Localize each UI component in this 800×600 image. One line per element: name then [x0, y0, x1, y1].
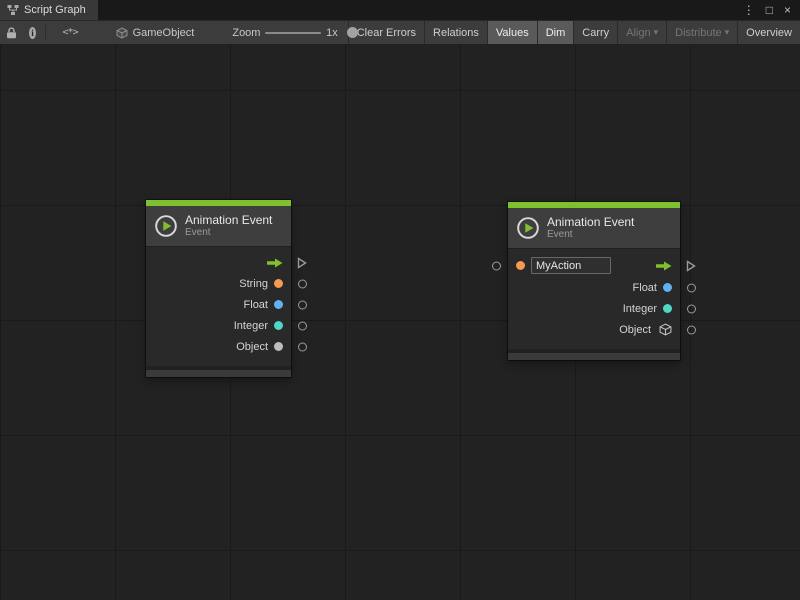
action-name-row [508, 254, 680, 277]
dim-toggle-button[interactable]: Dim [537, 20, 574, 45]
gameobject-label: GameObject [133, 27, 195, 39]
tab-bar: Script Graph ⋮ □ × [0, 0, 800, 20]
node-title: Animation Event [547, 215, 634, 229]
carry-button[interactable]: Carry [573, 20, 617, 45]
float-output-port[interactable] [687, 283, 696, 292]
lock-icon[interactable] [6, 27, 17, 39]
port-label: String [239, 278, 268, 290]
action-name-field[interactable] [531, 257, 611, 274]
integer-type-dot [274, 321, 283, 330]
code-embed-icon[interactable]: <*> [63, 27, 78, 38]
graph-toolbar: i <*> GameObject Zoom 1x Clear Errors Re… [0, 20, 800, 45]
node-body: String Float Integer Object [146, 246, 291, 366]
node-footer [508, 349, 680, 360]
node-header: Animation Event Event [146, 206, 291, 246]
node-animation-event-1[interactable]: Animation Event Event String [146, 200, 291, 377]
graph-canvas[interactable]: Animation Event Event String [0, 45, 800, 600]
maximize-icon[interactable]: □ [766, 0, 773, 20]
float-type-dot [274, 300, 283, 309]
output-row-integer: Integer [508, 298, 680, 319]
toolbar-separator [45, 25, 46, 40]
float-type-dot [663, 283, 672, 292]
output-row-object: Object [508, 319, 680, 340]
carry-label: Carry [582, 27, 609, 39]
float-output-port[interactable] [298, 300, 307, 309]
object-type-dot [274, 342, 283, 351]
node-subtitle: Event [185, 227, 272, 239]
clear-errors-label: Clear Errors [357, 27, 416, 39]
gameobject-selector[interactable]: GameObject [116, 27, 195, 39]
port-label: Object [236, 341, 268, 353]
string-type-dot [516, 261, 525, 270]
flow-output-port[interactable] [297, 257, 307, 269]
port-label: Float [244, 299, 268, 311]
output-row-string: String [146, 273, 291, 294]
node-header: Animation Event Event [508, 208, 680, 248]
distribute-dropdown[interactable]: Distribute ▾ [666, 20, 737, 45]
object-output-port[interactable] [687, 325, 696, 334]
node-titles: Animation Event Event [185, 213, 272, 239]
port-label: Float [633, 282, 657, 294]
flow-arrow-icon [267, 258, 283, 268]
window-controls: ⋮ □ × [734, 0, 800, 20]
action-input-port[interactable] [492, 261, 501, 270]
integer-output-port[interactable] [687, 304, 696, 313]
unity-graph-window: Script Graph ⋮ □ × i <*> GameObject Zoom [0, 0, 800, 600]
info-icon[interactable]: i [29, 27, 36, 39]
flow-output-row [146, 252, 291, 273]
string-output-port[interactable] [298, 279, 307, 288]
distribute-label: Distribute [675, 27, 721, 39]
values-label: Values [496, 27, 529, 39]
zoom-label: Zoom [232, 27, 260, 39]
overview-button[interactable]: Overview [737, 20, 800, 45]
node-body: Float Integer Object [508, 248, 680, 349]
port-label: Integer [234, 320, 268, 332]
align-label: Align [626, 27, 650, 39]
node-footer [146, 366, 291, 377]
relations-button[interactable]: Relations [424, 20, 487, 45]
toolbar-button-group: Clear Errors Relations Values Dim Carry … [348, 20, 800, 45]
object-output-port[interactable] [298, 342, 307, 351]
output-row-integer: Integer [146, 315, 291, 336]
zoom-slider-track[interactable] [265, 32, 321, 34]
relations-label: Relations [433, 27, 479, 39]
close-icon[interactable]: × [784, 0, 791, 20]
chevron-down-icon: ▾ [725, 27, 730, 38]
values-toggle-button[interactable]: Values [487, 20, 537, 45]
event-play-icon [516, 216, 540, 240]
flow-output-port[interactable] [686, 260, 696, 272]
integer-output-port[interactable] [298, 321, 307, 330]
flow-arrow-icon [656, 261, 672, 271]
port-label: Object [619, 324, 651, 336]
chevron-down-icon: ▾ [654, 27, 659, 38]
graph-icon [7, 4, 19, 16]
clear-errors-button[interactable]: Clear Errors [348, 20, 424, 45]
object-cube-icon [659, 323, 672, 336]
align-dropdown[interactable]: Align ▾ [617, 20, 666, 45]
tab-label: Script Graph [24, 4, 86, 16]
output-row-float: Float [146, 294, 291, 315]
zoom-value: 1x [326, 27, 338, 39]
node-subtitle: Event [547, 229, 634, 241]
tab-script-graph[interactable]: Script Graph [0, 0, 98, 20]
gameobject-icon [116, 27, 128, 39]
node-titles: Animation Event Event [547, 215, 634, 241]
output-row-float: Float [508, 277, 680, 298]
port-label: Integer [623, 303, 657, 315]
overview-label: Overview [746, 27, 792, 39]
node-animation-event-2[interactable]: Animation Event Event [508, 202, 680, 360]
dim-label: Dim [546, 27, 566, 39]
integer-type-dot [663, 304, 672, 313]
output-row-object: Object [146, 336, 291, 357]
zoom-slider[interactable] [265, 20, 321, 45]
tabbar-spacer [98, 0, 734, 20]
window-menu-icon[interactable]: ⋮ [743, 0, 755, 20]
event-play-icon [154, 214, 178, 238]
string-type-dot [274, 279, 283, 288]
node-title: Animation Event [185, 213, 272, 227]
